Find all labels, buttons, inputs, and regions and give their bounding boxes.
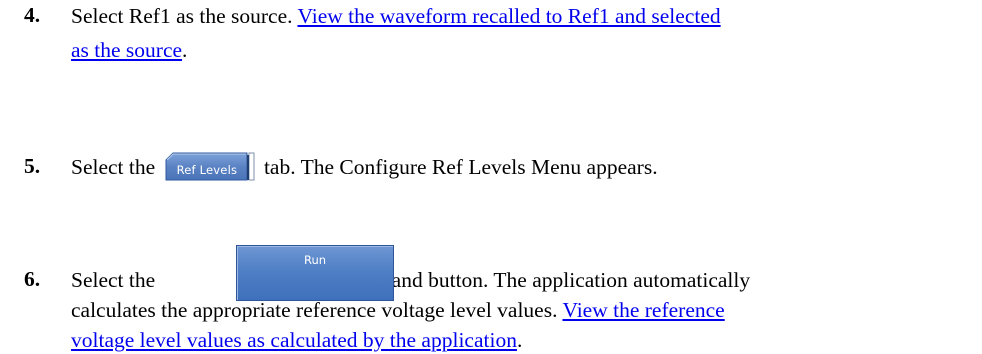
step-text: Select the: [71, 268, 161, 292]
tab-label: Ref Levels: [176, 163, 238, 177]
step-text-line: as the source.: [71, 37, 187, 64]
step-text: command button. The application automati…: [332, 268, 751, 292]
waveform-source-link-continued[interactable]: as the source: [71, 38, 182, 62]
step-text: calculates the appropriate reference vol…: [71, 298, 563, 322]
step-text-line: Select Ref1 as the source. View the wave…: [71, 3, 721, 30]
step-number: 5.: [24, 154, 41, 178]
step-text-line: Select the Ref Levels tab. The Configure…: [71, 151, 658, 181]
ref-levels-tab-image: Ref Levels: [165, 151, 255, 181]
step-number: 6.: [24, 267, 41, 291]
period: .: [516, 328, 523, 352]
run-button-label: Run: [303, 253, 327, 267]
period: .: [182, 38, 188, 62]
step-text: tab. The Configure Ref Levels Menu appea…: [258, 155, 658, 179]
run-button-image: Run: [236, 245, 394, 301]
reference-levels-link[interactable]: View the reference: [562, 298, 724, 322]
step-text-line: voltage level values as calculated by th…: [71, 327, 522, 354]
step-text: Select Ref1 as the source.: [71, 4, 298, 28]
reference-levels-link-continued[interactable]: voltage level values as calculated by th…: [71, 328, 517, 352]
step-text-line: Select the command button. The applicati…: [71, 267, 750, 294]
step-number: 4.: [24, 3, 41, 27]
step-text: Select the: [71, 155, 161, 179]
waveform-source-link[interactable]: View the waveform recalled to Ref1 and s…: [297, 4, 720, 28]
step-text-line: calculates the appropriate reference vol…: [71, 297, 725, 324]
